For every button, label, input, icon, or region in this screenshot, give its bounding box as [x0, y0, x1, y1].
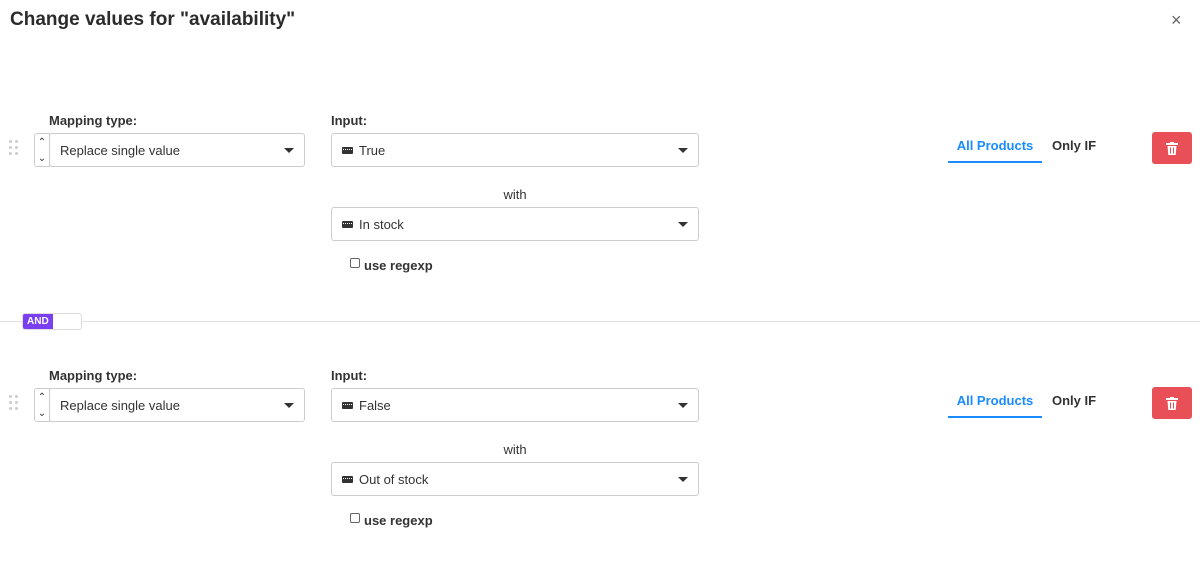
keyboard-icon	[342, 475, 353, 483]
regexp-checkbox[interactable]	[350, 513, 360, 523]
input-select[interactable]: True	[331, 133, 699, 167]
caret-down-icon	[284, 147, 294, 153]
mapping-type-label: Mapping type:	[49, 113, 138, 128]
move-up-icon[interactable]: ⌃	[38, 392, 46, 403]
tab-only-if[interactable]: Only IF	[1046, 386, 1102, 418]
delete-button[interactable]	[1152, 132, 1192, 164]
mapping-type-value: Replace single value	[60, 142, 180, 158]
move-up-icon[interactable]: ⌃	[38, 137, 46, 148]
divider	[0, 321, 1200, 322]
keyboard-icon	[342, 401, 353, 409]
mapping-type-value: Replace single value	[60, 397, 180, 413]
input-select[interactable]: False	[331, 388, 699, 422]
drag-handle-icon[interactable]	[9, 395, 18, 410]
trash-icon	[1166, 396, 1178, 410]
caret-down-icon	[678, 476, 688, 482]
tab-all-products[interactable]: All Products	[948, 386, 1042, 418]
input-value: False	[359, 397, 391, 413]
with-value: Out of stock	[359, 471, 429, 487]
with-select[interactable]: In stock	[331, 207, 699, 241]
input-value: True	[359, 142, 386, 158]
mapping-type-select[interactable]: Replace single value	[49, 133, 305, 167]
with-label: with	[503, 187, 527, 202]
mapping-type-label: Mapping type:	[49, 368, 138, 383]
and-toggle[interactable]: AND	[22, 313, 82, 330]
trash-icon	[1166, 141, 1178, 155]
mapping-rule: Mapping type: ⌃ ⌄ Replace single value In…	[0, 0, 1200, 273]
keyboard-icon	[342, 146, 353, 154]
with-select[interactable]: Out of stock	[331, 462, 699, 496]
caret-down-icon	[678, 402, 688, 408]
with-value: In stock	[359, 216, 404, 232]
delete-button[interactable]	[1152, 387, 1192, 419]
caret-down-icon	[678, 221, 688, 227]
reorder-arrows[interactable]: ⌃ ⌄	[34, 133, 50, 167]
tab-all-products[interactable]: All Products	[948, 131, 1042, 163]
move-down-icon[interactable]: ⌄	[38, 408, 46, 419]
mapping-rule: Mapping type: ⌃ ⌄ Replace single value In…	[0, 255, 1200, 528]
and-badge: AND	[23, 314, 53, 329]
caret-down-icon	[284, 402, 294, 408]
drag-handle-icon[interactable]	[9, 140, 18, 155]
reorder-arrows[interactable]: ⌃ ⌄	[34, 388, 50, 422]
input-label: Input:	[331, 368, 368, 383]
keyboard-icon	[342, 220, 353, 228]
move-down-icon[interactable]: ⌄	[38, 153, 46, 164]
mapping-type-select[interactable]: Replace single value	[49, 388, 305, 422]
input-label: Input:	[331, 113, 368, 128]
regexp-label[interactable]: use regexp	[364, 513, 433, 528]
tab-only-if[interactable]: Only IF	[1046, 131, 1102, 163]
caret-down-icon	[678, 147, 688, 153]
with-label: with	[503, 442, 527, 457]
